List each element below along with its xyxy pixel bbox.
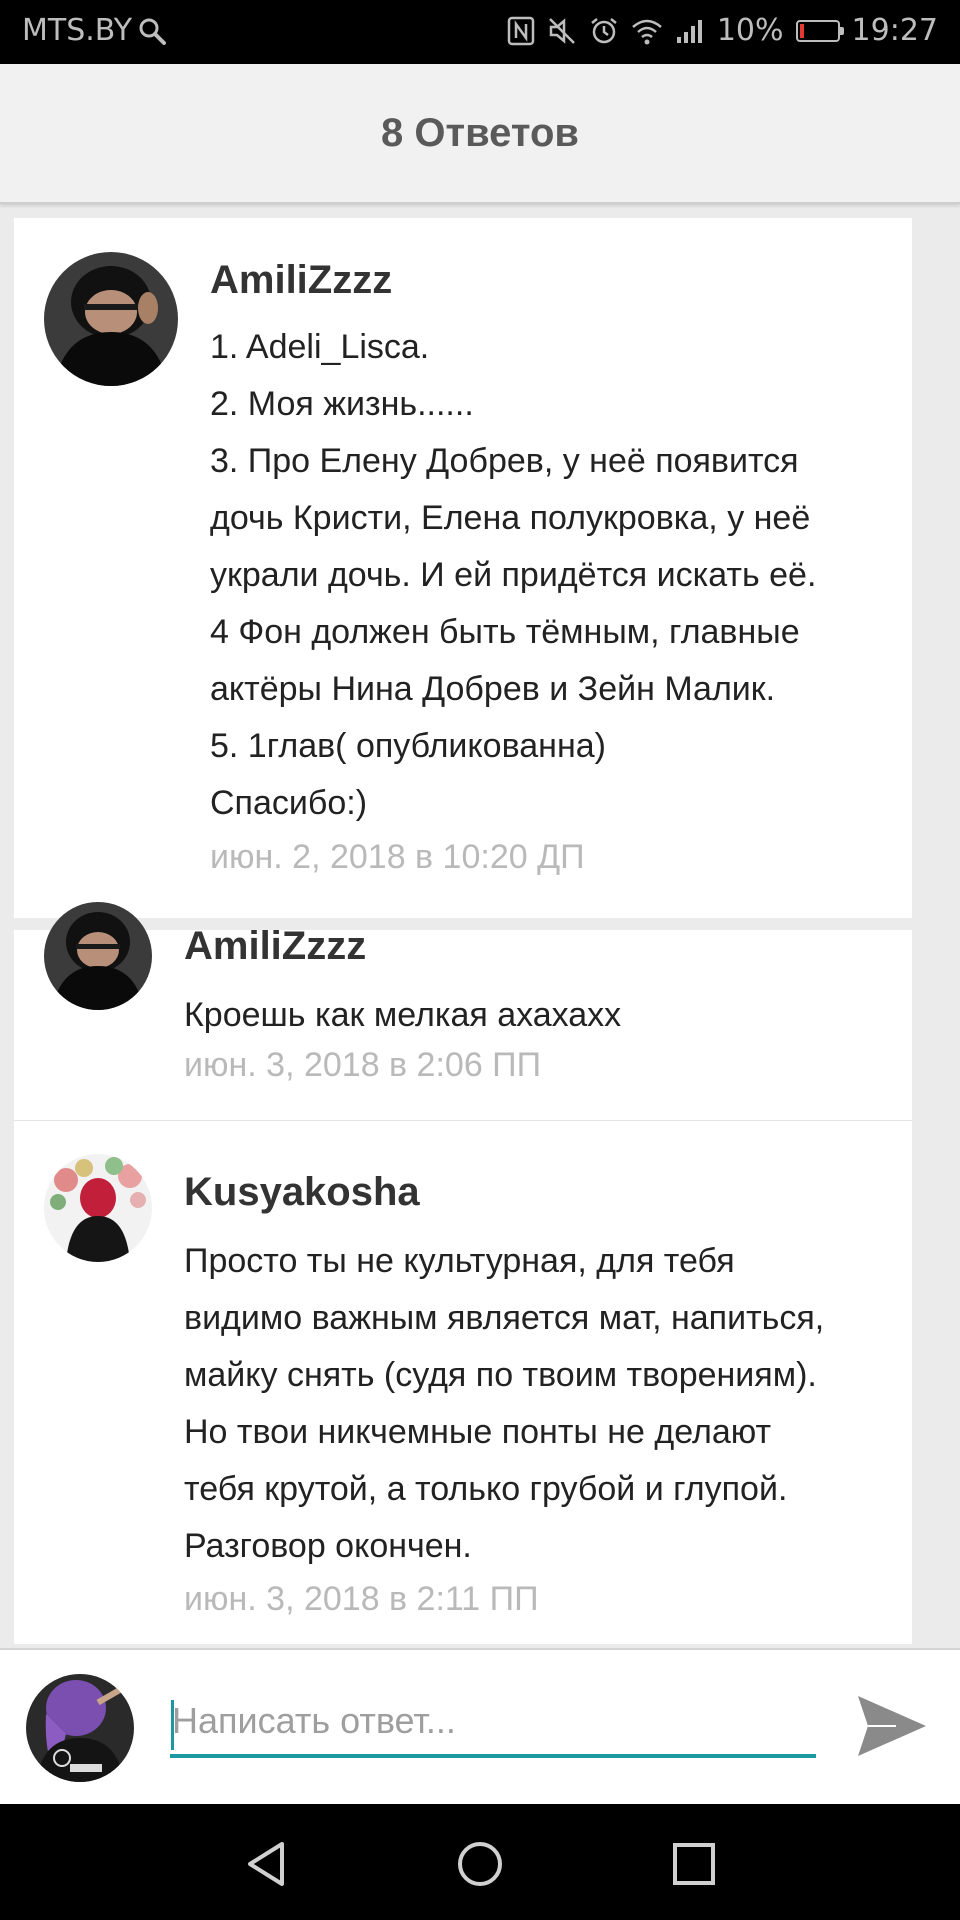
replies-list[interactable]: AmiliZzzz 1. Adeli_Lisca. 2. Моя жизнь..…: [0, 204, 960, 1648]
comment-line: Просто ты не культурная, для тебя: [184, 1242, 735, 1280]
signal-icon: [675, 17, 705, 45]
comment-author[interactable]: AmiliZzzz: [210, 258, 392, 303]
comment-author[interactable]: Kusyakosha: [184, 1170, 420, 1215]
comment-line: 5. 1глав( опубликованна): [210, 727, 606, 765]
comment-line: дочь Кристи, Елена полукровка, у неё: [210, 499, 811, 537]
replies-card: AmiliZzzz Кроешь как мелкая ахахахх июн.…: [14, 902, 912, 1644]
alarm-icon: [589, 16, 619, 46]
page-title: 8 Ответов: [381, 110, 579, 155]
avatar[interactable]: [44, 902, 152, 1010]
home-icon[interactable]: [450, 1834, 510, 1894]
system-nav-bar: [0, 1804, 960, 1920]
original-comment-card: AmiliZzzz 1. Adeli_Lisca. 2. Моя жизнь..…: [14, 218, 912, 918]
avatar[interactable]: [44, 1154, 152, 1262]
status-bar: MTS.BY 10% 19:27: [0, 0, 960, 64]
comment-line: Спасибо:): [210, 784, 368, 822]
battery-icon: [795, 19, 844, 42]
comment-timestamp: июн. 3, 2018 в 2:11 ПП: [184, 1580, 539, 1618]
send-icon[interactable]: [856, 1690, 928, 1762]
battery-percent: 10%: [716, 13, 784, 48]
comment-line: украли дочь. И ей придётся искать её.: [210, 556, 817, 594]
comment-line: 2. Моя жизнь......: [210, 385, 474, 423]
carrier-label: MTS.BY: [22, 13, 133, 48]
comment-author[interactable]: AmiliZzzz: [184, 924, 366, 969]
user-avatar[interactable]: [26, 1674, 134, 1782]
comment-line: Но твои никчемные понты не делают: [184, 1413, 772, 1451]
mute-icon: [547, 16, 577, 46]
comment-line: Кроешь как мелкая ахахахх: [184, 996, 622, 1034]
recents-icon[interactable]: [664, 1834, 724, 1894]
clock: 19:27: [851, 13, 938, 48]
app-header: 8 Ответов: [0, 64, 960, 204]
comment-line: видимо важным является мат, напиться,: [184, 1299, 825, 1337]
divider: [14, 1120, 912, 1121]
comment-line: Разговор окончен.: [184, 1527, 472, 1565]
comment-timestamp: июн. 3, 2018 в 2:06 ПП: [184, 1046, 542, 1084]
wifi-icon: [631, 17, 663, 45]
text-cursor: [171, 1700, 174, 1750]
comment-line: актёры Нина Добрев и Зейн Малик.: [210, 670, 776, 708]
back-icon[interactable]: [236, 1834, 296, 1894]
search-icon: [138, 17, 167, 45]
comment-line: 3. Про Елену Добрев, у неё появится: [210, 442, 799, 480]
comment-line: 4 Фон должен быть тёмным, главные: [210, 613, 800, 651]
reply-bar: [0, 1648, 960, 1806]
avatar[interactable]: [44, 252, 178, 386]
nfc-icon: [507, 16, 535, 46]
comment-timestamp: июн. 2, 2018 в 10:20 ДП: [210, 838, 585, 876]
comment-line: тебя крутой, а только грубой и глупой.: [184, 1470, 788, 1508]
comment-line: 1. Adeli_Lisca.: [210, 328, 430, 366]
comment-line: майку снять (судя по твоим творениям).: [184, 1356, 817, 1394]
reply-input[interactable]: [170, 1694, 816, 1758]
